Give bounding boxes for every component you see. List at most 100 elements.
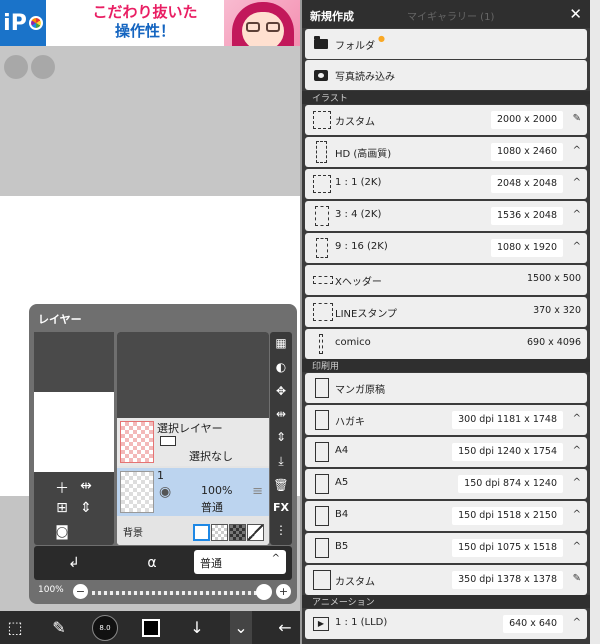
camera-icon	[314, 70, 328, 81]
eye-icon[interactable]: ◉	[159, 484, 171, 500]
ad-text: こだわり抜いた 操作性！	[60, 3, 230, 41]
chevron-up-icon[interactable]: ^	[573, 413, 581, 424]
item-value[interactable]: 300 dpi 1181 x 1748	[452, 411, 563, 429]
item-value[interactable]: 150 dpi 1518 x 2150	[452, 507, 563, 525]
flip-h-icon[interactable]: ⇹	[270, 407, 292, 421]
opacity-minus-button[interactable]: −	[73, 584, 88, 599]
chevron-up-icon[interactable]: ^	[573, 477, 581, 488]
preset-item[interactable]: 3 : 4 (2K) 1536 x 2048 ^	[305, 201, 587, 231]
chevron-up-icon[interactable]: ^	[573, 541, 581, 552]
preset-item[interactable]: A5 150 dpi 874 x 1240 ^	[305, 469, 587, 499]
lock-alpha-icon[interactable]: α	[142, 555, 162, 571]
chevron-up-icon[interactable]: ^	[573, 617, 581, 628]
opacity-slider[interactable]	[92, 591, 260, 595]
folder-item[interactable]: フォルダ ●	[305, 29, 587, 59]
more-icon[interactable]: ⋮	[270, 523, 292, 537]
item-value[interactable]: 150 dpi 874 x 1240	[458, 475, 563, 493]
item-value[interactable]: 640 x 640	[503, 615, 563, 633]
layer-row-selection[interactable]: 選択レイヤー 選択なし	[117, 418, 269, 466]
close-icon[interactable]: ✕	[569, 5, 582, 23]
flip-vertical-icon[interactable]: ⇕	[76, 500, 96, 516]
item-label: B5	[335, 541, 349, 552]
item-value[interactable]: 1536 x 2048	[490, 207, 563, 225]
bg-white-swatch[interactable]	[193, 524, 210, 541]
pencil-icon[interactable]: ✎	[573, 573, 581, 584]
bg-dark-swatch[interactable]	[229, 524, 246, 541]
item-label: 1 : 1 (LLD)	[335, 617, 388, 628]
camera-icon[interactable]: ◙	[52, 524, 72, 540]
layer-panel-title: レイヤー	[38, 313, 82, 326]
transform-icon[interactable]: ⬚	[2, 611, 28, 644]
chevron-up-icon[interactable]: ^	[573, 445, 581, 456]
trash-icon[interactable]: 🗑	[270, 478, 292, 492]
preset-item[interactable]: カスタム 2000 x 2000 ✎	[305, 105, 587, 135]
merge-down-icon[interactable]: ⤓	[270, 454, 292, 469]
item-value[interactable]: 1080 x 1920	[490, 239, 563, 257]
drag-handle-icon[interactable]: ≡	[252, 484, 263, 499]
preset-item[interactable]: ハガキ 300 dpi 1181 x 1748 ^	[305, 405, 587, 435]
selection-thumbnail	[120, 421, 154, 463]
preset-item[interactable]: 1 : 1 (2K) 2048 x 2048 ^	[305, 169, 587, 199]
color-button[interactable]	[138, 611, 164, 644]
chevron-up-icon[interactable]: ^	[573, 145, 581, 156]
background-row[interactable]: 背景	[117, 518, 269, 545]
chevron-up-icon[interactable]: ^	[573, 177, 581, 188]
brush-size-button[interactable]: 8.0	[90, 611, 120, 644]
preset-item[interactable]: B5 150 dpi 1075 x 1518 ^	[305, 533, 587, 563]
page-icon	[315, 442, 329, 462]
bg-none-swatch[interactable]	[247, 524, 264, 541]
layer-row-1[interactable]: 1 ◉ 100% 普通 ≡	[117, 468, 269, 516]
clip-icon[interactable]: ↲	[64, 555, 84, 571]
brush-icon[interactable]: ✎	[46, 611, 72, 644]
ad-banner[interactable]: iP こだわり抜いた 操作性！	[0, 0, 300, 46]
item-value[interactable]: 1080 x 2460	[490, 143, 563, 161]
bg-transparent-swatch[interactable]	[211, 524, 228, 541]
pencil-icon[interactable]: ✎	[573, 113, 581, 124]
preset-item[interactable]: マンガ原稿	[305, 373, 587, 403]
blend-mode-select[interactable]: 普通 ^	[194, 550, 286, 574]
opacity-plus-button[interactable]: +	[276, 584, 291, 599]
arrow-down-icon[interactable]: ↓	[184, 611, 210, 644]
redo-circle-button[interactable]	[31, 55, 55, 79]
back-arrow-icon[interactable]: ←	[272, 611, 298, 644]
chevron-up-icon[interactable]: ^	[573, 241, 581, 252]
bottom-toolbar: ⬚ ✎ 8.0 ↓ ⌄ ←	[0, 611, 300, 644]
layer-opacity: 100%	[201, 484, 233, 497]
item-value[interactable]: 150 dpi 1075 x 1518	[452, 539, 563, 557]
item-value[interactable]: 150 dpi 1240 x 1754	[452, 443, 563, 461]
preset-item[interactable]: comico 690 x 4096	[305, 329, 587, 359]
item-label: カスタム	[335, 577, 375, 588]
item-value[interactable]: 2048 x 2048	[490, 175, 563, 193]
section-illustration: イラスト	[302, 91, 590, 104]
item-value[interactable]: 350 dpi 1378 x 1378	[452, 571, 563, 589]
flip-v-icon[interactable]: ⇕	[270, 430, 292, 444]
preset-item[interactable]: B4 150 dpi 1518 x 2150 ^	[305, 501, 587, 531]
checker-icon[interactable]: ▦	[270, 336, 292, 350]
preset-item[interactable]: Xヘッダー 1500 x 500	[305, 265, 587, 295]
item-label: B4	[335, 509, 349, 520]
layer-controls: ↲ α 普通 ^	[34, 546, 292, 580]
preset-item[interactable]: ▶ 1 : 1 (LLD) 640 x 640 ^	[305, 609, 587, 639]
opacity-knob[interactable]	[256, 584, 272, 600]
add-layer-boxed-icon[interactable]: ⊞	[52, 500, 72, 516]
preset-item[interactable]: 9 : 16 (2K) 1080 x 1920 ^	[305, 233, 587, 263]
color-swatch	[142, 618, 160, 637]
preset-item[interactable]: カスタム 350 dpi 1378 x 1378 ✎	[305, 565, 587, 595]
add-layer-icon[interactable]: ＋	[52, 478, 72, 498]
new-dot-icon: ●	[378, 34, 385, 43]
chevron-up-icon[interactable]: ^	[573, 509, 581, 520]
ad-logo: iP	[0, 0, 46, 46]
preset-item[interactable]: LINEスタンプ 370 x 320	[305, 297, 587, 327]
preset-item[interactable]: HD (高画質) 1080 x 2460 ^	[305, 137, 587, 167]
contrast-icon[interactable]: ◐	[270, 360, 292, 374]
preset-item[interactable]: A4 150 dpi 1240 x 1754 ^	[305, 437, 587, 467]
move-icon[interactable]: ✥	[270, 384, 292, 398]
chevron-up-icon[interactable]: ^	[573, 209, 581, 220]
flip-horizontal-icon[interactable]: ⇹	[76, 478, 96, 494]
undo-circle-button[interactable]	[4, 55, 28, 79]
photo-import-item[interactable]: 写真読み込み	[305, 60, 587, 90]
double-chevron-down-icon[interactable]: ⌄	[230, 611, 252, 644]
fx-button[interactable]: FX	[270, 501, 292, 514]
item-value[interactable]: 2000 x 2000	[490, 111, 563, 129]
play-icon: ▶	[313, 617, 329, 631]
